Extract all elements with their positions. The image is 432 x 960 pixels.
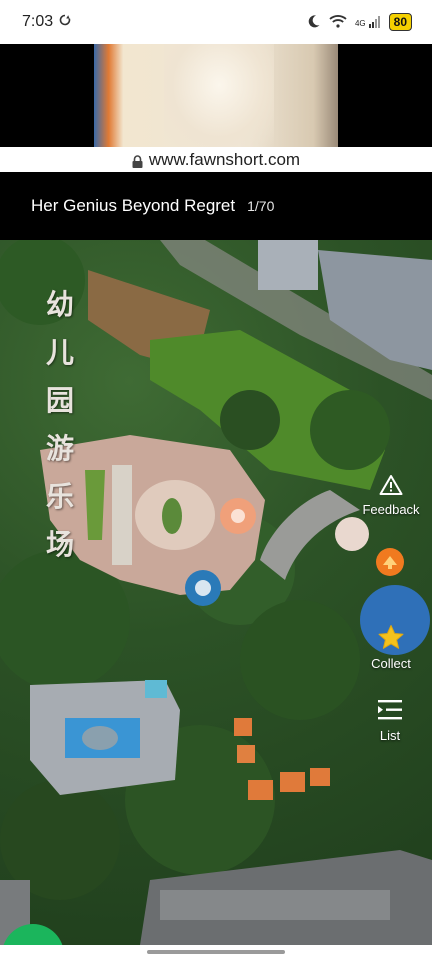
collect-button[interactable]: Collect	[356, 624, 426, 671]
top-video-frame	[94, 44, 338, 147]
share-icon	[374, 546, 406, 581]
battery-indicator: 80	[388, 13, 412, 31]
tree-cluster	[220, 390, 280, 450]
roof-building	[234, 718, 252, 736]
feedback-label: Feedback	[362, 502, 420, 517]
small-pool	[145, 680, 167, 698]
playground-building	[112, 465, 132, 565]
status-time: 7:03	[22, 13, 54, 30]
sign-char: 游	[45, 432, 74, 465]
episode-counter: 1/70	[247, 198, 275, 214]
tree-cluster	[240, 600, 360, 720]
warning-triangle-icon	[379, 474, 403, 499]
status-left: 7:03	[22, 13, 71, 31]
roof-building	[248, 780, 273, 800]
signal-icon: 4G	[355, 16, 381, 28]
playground-lawn	[85, 470, 105, 540]
park-sign: 幼 儿 园 游 乐 场	[40, 287, 80, 563]
roof-building	[237, 745, 255, 763]
lower-building-roof	[160, 890, 390, 920]
url-text: www.fawnshort.com	[148, 149, 301, 169]
status-right: 4G 80	[307, 13, 412, 31]
pool-center	[82, 726, 118, 750]
plaza-garden	[162, 498, 182, 534]
spinning-ride-center	[195, 580, 211, 596]
roof-building	[310, 768, 330, 786]
lock-icon	[132, 153, 143, 168]
url-bar[interactable]: www.fawnshort.com	[0, 147, 432, 172]
sign-char: 场	[45, 528, 74, 561]
share-button[interactable]	[370, 546, 410, 581]
carousel-center	[231, 509, 245, 523]
sign-char: 乐	[45, 480, 74, 513]
building	[258, 240, 318, 290]
teacup-ride	[335, 517, 369, 551]
list-label: List	[379, 728, 401, 743]
status-bar: 7:03 4G 80	[0, 0, 432, 44]
sign-char: 幼	[45, 288, 74, 321]
feedback-button[interactable]: Feedback	[356, 474, 426, 517]
wifi-icon	[329, 14, 347, 31]
collect-label: Collect	[371, 656, 411, 671]
tree-cluster	[310, 390, 390, 470]
network-type: 4G	[354, 19, 366, 28]
drama-title: Her Genius Beyond Regret	[31, 196, 236, 215]
sign-char: 儿	[45, 336, 74, 369]
star-icon	[377, 624, 405, 653]
home-gesture-handle[interactable]	[147, 950, 285, 954]
moon-icon	[307, 14, 321, 31]
playlist-icon	[376, 698, 404, 725]
video-player[interactable]: 幼 儿 园 游 乐 场	[0, 240, 432, 945]
sign-char: 园	[45, 384, 74, 417]
sync-icon	[59, 13, 71, 31]
list-button[interactable]: List	[364, 698, 416, 743]
drama-title-bar: Her Genius Beyond Regret 1/70	[0, 172, 432, 240]
top-video-thumbnail[interactable]	[0, 44, 432, 147]
roof-building	[280, 772, 305, 792]
